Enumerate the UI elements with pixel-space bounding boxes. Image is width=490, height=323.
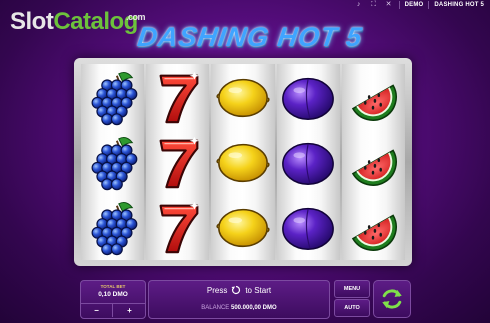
auto-button[interactable]: AUTO xyxy=(334,299,370,317)
reel-3 xyxy=(211,64,275,260)
grapes-icon xyxy=(91,71,137,125)
reel-2 xyxy=(146,64,210,260)
lemon-icon xyxy=(216,143,270,183)
bet-panel: TOTAL BET 0,10 DMO − + xyxy=(80,280,146,319)
plum-icon xyxy=(282,77,335,120)
watermelon-icon xyxy=(352,83,398,121)
balance: BALANCE 500.000,00 DMO xyxy=(149,305,329,311)
settings-icon[interactable]: ✕ xyxy=(384,0,394,10)
watermark-logo: SlotCatalog .com xyxy=(10,8,146,35)
balance-value: 500.000,00 DMO xyxy=(230,305,277,311)
spin-button[interactable] xyxy=(373,280,411,318)
to-start-label: to Start xyxy=(245,285,272,295)
menu-button[interactable]: MENU xyxy=(334,280,370,298)
reel-5 xyxy=(341,64,406,260)
sound-icon[interactable]: ♪ xyxy=(354,0,364,10)
seven-icon xyxy=(159,136,200,189)
watermelon-icon xyxy=(352,214,398,252)
reels xyxy=(81,64,406,260)
plum-icon xyxy=(282,208,335,251)
top-bar: ♪ ⛶ ✕ DEMO DASHING HOT 5 xyxy=(354,0,490,10)
total-bet-value: 0,10 DMO xyxy=(98,291,128,298)
press-to-start: Press to Start xyxy=(149,285,329,295)
bet-decrease-button[interactable]: − xyxy=(81,304,113,317)
mode-label: DEMO xyxy=(404,2,424,8)
reel-4 xyxy=(276,64,340,260)
reel-frame xyxy=(74,58,412,266)
plum-icon xyxy=(282,142,335,185)
watermelon-icon xyxy=(352,149,398,186)
seven-icon xyxy=(159,202,200,254)
press-label: Press xyxy=(206,285,228,295)
spin-arrows-icon xyxy=(382,289,402,309)
game-name-label: DASHING HOT 5 xyxy=(434,2,484,8)
lemon-icon xyxy=(216,78,270,117)
divider xyxy=(398,1,400,9)
spin-icon xyxy=(231,285,241,295)
grapes-icon xyxy=(91,137,137,191)
bet-increase-button[interactable]: + xyxy=(114,304,145,317)
seven-icon xyxy=(159,71,200,123)
reel-1 xyxy=(81,64,145,260)
balance-label: BALANCE xyxy=(201,305,230,311)
start-panel: Press to Start BALANCE 500.000,00 DMO xyxy=(148,280,330,319)
grapes-icon xyxy=(91,202,137,256)
divider xyxy=(428,1,430,9)
total-bet-label: TOTAL BET xyxy=(100,284,126,289)
game-title: DASHING HOT 5 xyxy=(135,22,365,52)
fullscreen-icon[interactable]: ⛶ xyxy=(369,0,379,10)
watermark-slot: Slot xyxy=(10,8,54,35)
lemon-icon xyxy=(216,209,270,248)
